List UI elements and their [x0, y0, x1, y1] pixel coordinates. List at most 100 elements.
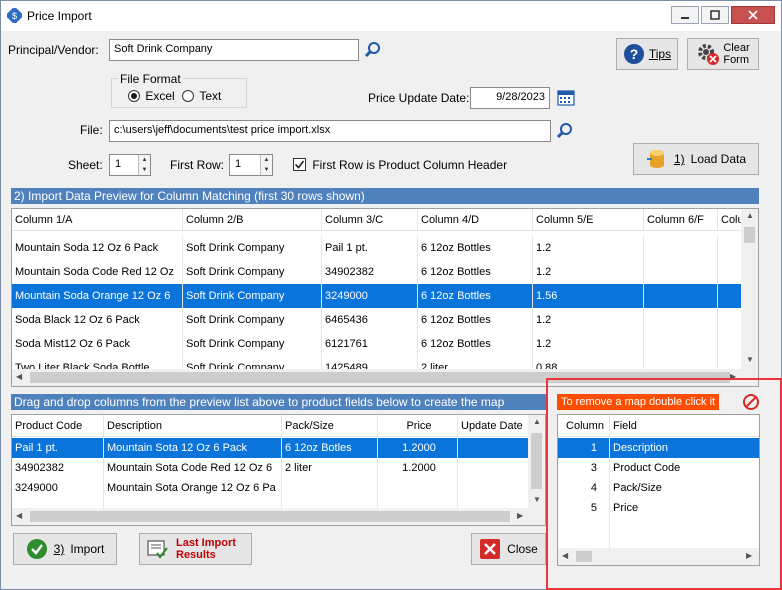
field-map-cell: 5 — [558, 498, 610, 548]
field-map-row-selected[interactable]: 1 Description — [558, 438, 759, 458]
preview-vertical-scrollbar[interactable]: ▲ ▼ — [741, 209, 758, 369]
last-import-results-button[interactable]: Last Import Results — [139, 533, 252, 565]
header-row-checkbox[interactable] — [293, 158, 306, 171]
preview-row-selected[interactable]: Mountain Soda Orange 12 Oz 6 Soft Drink … — [12, 284, 741, 308]
mapping-column-header[interactable]: Description — [104, 415, 282, 437]
field-map-cell: Pack/Size — [613, 482, 662, 494]
file-path-field[interactable]: c:\users\jeff\documents\test price impor… — [109, 120, 551, 142]
report-icon — [147, 540, 168, 559]
checkmark-icon — [26, 539, 47, 559]
close-button[interactable]: Close — [471, 533, 546, 565]
mapping-cell: Mountain Sota Orange 12 Oz 6 Pa — [104, 478, 282, 508]
mapping-horizontal-scrollbar[interactable]: ◀ ▶ — [12, 508, 545, 525]
field-map-row[interactable]: 3 Product Code — [558, 458, 759, 478]
scroll-left-icon[interactable]: ◀ — [16, 511, 22, 520]
field-map-cell: Product Code — [613, 462, 681, 474]
preview-column-header[interactable]: Column 5/E — [533, 209, 644, 231]
preview-column-header[interactable]: Colu — [718, 209, 743, 231]
scroll-right-icon[interactable]: ▶ — [746, 551, 752, 560]
preview-row[interactable]: Soda Black 12 Oz 6 Pack Soft Drink Compa… — [12, 308, 743, 332]
preview-row[interactable]: Mountain Soda Code Red 12 Oz Soft Drink … — [12, 260, 743, 284]
form-label: Form — [723, 54, 750, 66]
help-icon: ? — [623, 44, 644, 64]
preview-row[interactable]: Mountain Soda 12 Oz 6 Pack Soft Drink Co… — [12, 236, 743, 260]
maximize-button[interactable] — [701, 6, 729, 24]
field-map-cell: 4 — [558, 478, 610, 498]
preview-cell: Mountain Soda Orange 12 Oz 6 — [12, 284, 183, 308]
text-radio[interactable] — [182, 90, 194, 102]
mapping-cell — [458, 438, 530, 458]
mapping-column-header[interactable]: Price — [378, 415, 458, 437]
search-icon — [364, 42, 380, 58]
preview-column-header[interactable]: Column 1/A — [12, 209, 183, 231]
mapping-section-header: Drag and drop columns from the preview l… — [11, 394, 546, 410]
preview-cell: 6121761 — [322, 332, 418, 356]
field-map-column-header[interactable]: Field — [610, 415, 759, 437]
scroll-down-icon[interactable]: ▼ — [746, 355, 754, 364]
window-title: Price Import — [27, 9, 92, 23]
scroll-left-icon[interactable]: ◀ — [562, 551, 568, 560]
preview-cell: 6 12oz Bottles — [418, 308, 533, 332]
svg-text:$: $ — [12, 11, 17, 21]
preview-column-header[interactable]: Column 4/D — [418, 209, 533, 231]
sheet-stepper[interactable]: 1 ▲ ▼ — [109, 154, 151, 176]
mapping-list[interactable]: Product Code Description Pack/Size Price… — [11, 414, 546, 526]
field-map-list[interactable]: Column Field 1 Description 3 Product Cod… — [557, 414, 760, 566]
mapping-column-header[interactable]: Update Date — [458, 415, 530, 437]
stepper-arrows-icon[interactable]: ▲ ▼ — [138, 155, 150, 175]
preview-list-header: Column 1/A Column 2/B Column 3/C Column … — [12, 209, 743, 231]
header-row-option[interactable]: First Row is Product Column Header — [293, 158, 507, 172]
preview-column-header[interactable]: Column 6/F — [644, 209, 718, 231]
mapping-row[interactable]: 3249000 Mountain Sota Orange 12 Oz 6 Pa — [12, 478, 530, 508]
remove-map-button[interactable] — [740, 391, 762, 413]
format-text-option[interactable]: Text — [182, 89, 221, 103]
mapping-row[interactable]: 34902382 Mountain Sota Code Red 12 Oz 6 … — [12, 458, 530, 478]
stepper-arrows-icon[interactable]: ▲ ▼ — [260, 155, 272, 175]
load-data-button[interactable]: 1) Load Data — [633, 143, 759, 175]
preview-list[interactable]: Column 1/A Column 2/B Column 3/C Column … — [11, 208, 759, 387]
load-data-number: 1) — [673, 152, 685, 166]
mapping-column-header[interactable]: Product Code — [12, 415, 104, 437]
title-bar[interactable]: $ Price Import — [1, 1, 781, 31]
window-close-button[interactable] — [731, 6, 775, 24]
calendar-button[interactable] — [555, 86, 577, 108]
field-map-horizontal-scrollbar[interactable]: ◀ ▶ — [558, 548, 759, 565]
tips-button[interactable]: ? Tips — [616, 38, 678, 70]
update-date-label: Price Update Date: — [368, 91, 470, 105]
first-row-stepper[interactable]: 1 ▲ ▼ — [229, 154, 273, 176]
minimize-button[interactable] — [671, 6, 699, 24]
excel-label: Excel — [145, 89, 175, 103]
scroll-down-icon[interactable]: ▼ — [533, 495, 541, 504]
remove-map-hint: To remove a map double click it — [557, 394, 720, 410]
vendor-field[interactable]: Soft Drink Company — [109, 39, 359, 61]
format-excel-option[interactable]: Excel — [128, 89, 175, 103]
mapping-row-selected[interactable]: Pail 1 pt. Mountain Sota 12 Oz 6 Pack 6 … — [12, 438, 530, 458]
sheet-label: Sheet: — [68, 158, 103, 172]
scroll-thumb[interactable] — [576, 551, 592, 562]
scroll-thumb[interactable] — [30, 511, 510, 522]
excel-radio[interactable] — [128, 90, 140, 102]
preview-cell: Soft Drink Company — [183, 260, 322, 284]
mapping-vertical-scrollbar[interactable]: ▲ ▼ — [528, 415, 545, 508]
scroll-up-icon[interactable]: ▲ — [533, 417, 541, 426]
preview-column-header[interactable]: Column 3/C — [322, 209, 418, 231]
field-map-column-header[interactable]: Column — [558, 415, 610, 437]
import-button[interactable]: 3) Import — [13, 533, 117, 565]
scroll-left-icon[interactable]: ◀ — [16, 372, 22, 381]
scroll-thumb[interactable] — [744, 227, 755, 243]
field-map-row[interactable]: 5 Price — [558, 498, 759, 548]
clear-label: Clear — [723, 42, 750, 54]
vendor-search-button[interactable] — [362, 39, 384, 61]
maximize-icon — [710, 10, 720, 20]
preview-column-header[interactable]: Column 2/B — [183, 209, 322, 231]
file-browse-button[interactable] — [554, 120, 576, 142]
update-date-field[interactable]: 9/28/2023 — [470, 87, 550, 109]
results-label: Results — [176, 549, 216, 561]
scroll-thumb[interactable] — [531, 433, 542, 489]
scroll-right-icon[interactable]: ▶ — [517, 511, 523, 520]
clear-form-button[interactable]: Clear Form — [687, 38, 759, 70]
mapping-column-header[interactable]: Pack/Size — [282, 415, 378, 437]
scroll-up-icon[interactable]: ▲ — [746, 211, 754, 220]
preview-row[interactable]: Soda Mist12 Oz 6 Pack Soft Drink Company… — [12, 332, 743, 356]
field-map-row[interactable]: 4 Pack/Size — [558, 478, 759, 498]
